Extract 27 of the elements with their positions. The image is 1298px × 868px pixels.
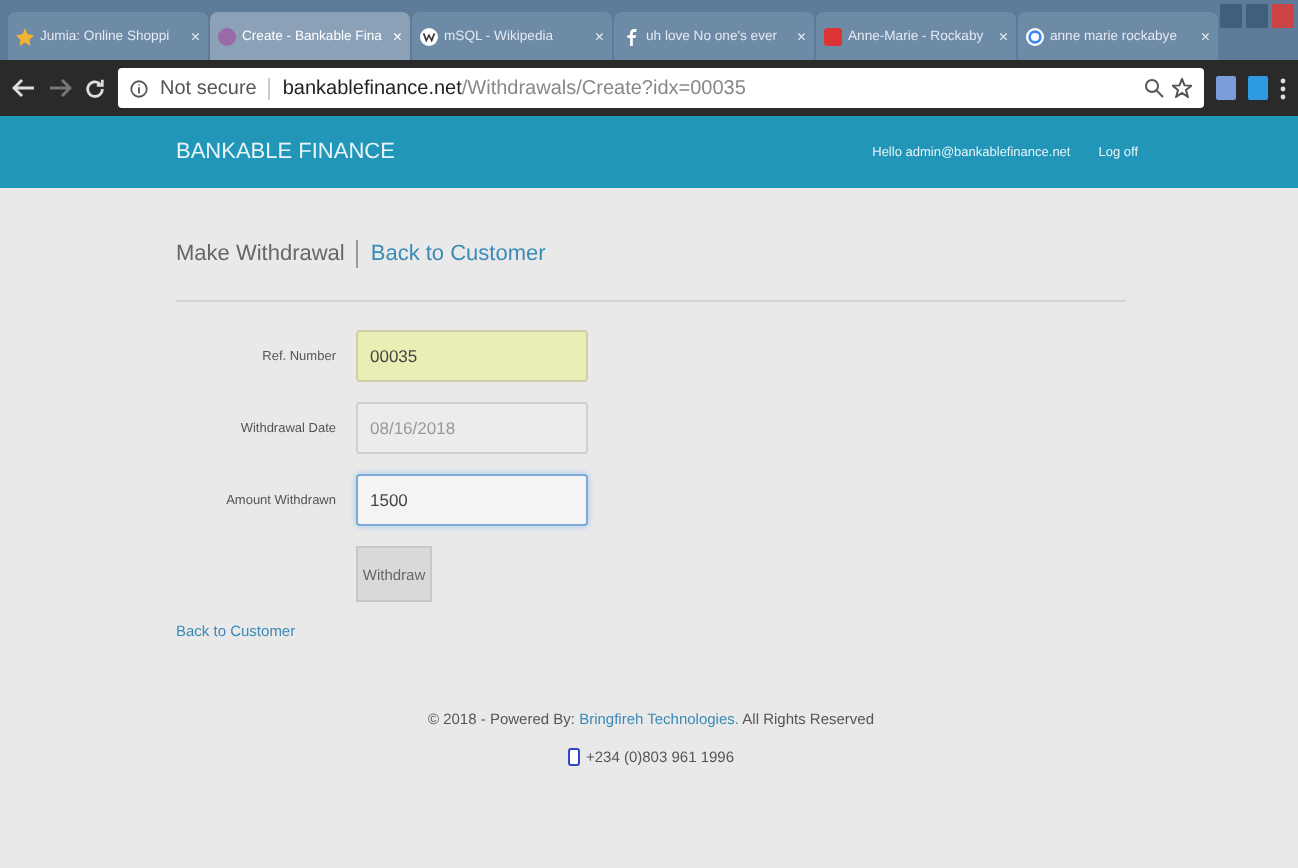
zoom-icon[interactable]	[1144, 78, 1164, 98]
tab-close-button[interactable]: ×	[594, 27, 604, 45]
back-icon[interactable]	[12, 78, 36, 98]
tab-close-button[interactable]: ×	[392, 27, 402, 45]
wikipedia-icon	[420, 27, 438, 45]
page-title: Make Withdrawal	[176, 242, 345, 266]
phone-icon	[567, 748, 580, 766]
star-icon[interactable]	[1172, 78, 1192, 98]
tab-close-button[interactable]: ×	[190, 27, 200, 45]
tab-close-button[interactable]: ×	[1200, 27, 1210, 45]
url-text: bankablefinance.net/Withdrawals/Create?idx=00035	[282, 77, 746, 99]
facebook-icon	[622, 27, 640, 45]
tab-close-button[interactable]: ×	[998, 27, 1008, 45]
input-field[interactable]: 1500	[356, 474, 588, 526]
circle-icon	[218, 27, 236, 45]
brand-title: BANKABLE FINANCE	[176, 140, 395, 164]
back-link[interactable]: Back to Customer	[370, 242, 546, 266]
info-icon	[130, 79, 148, 97]
reload-icon[interactable]	[84, 77, 106, 99]
forward-icon[interactable]	[48, 78, 72, 98]
input-field[interactable]: 00035	[356, 330, 588, 382]
tab-close-button[interactable]: ×	[796, 27, 806, 45]
address-bar[interactable]: Not secure bankablefinance.net/Withdrawals/Create?idx=00035	[118, 68, 1204, 108]
menu-icon[interactable]	[1280, 77, 1286, 99]
security-label: Not secure	[160, 77, 271, 99]
star-icon	[16, 27, 34, 45]
google-icon	[1026, 27, 1044, 45]
